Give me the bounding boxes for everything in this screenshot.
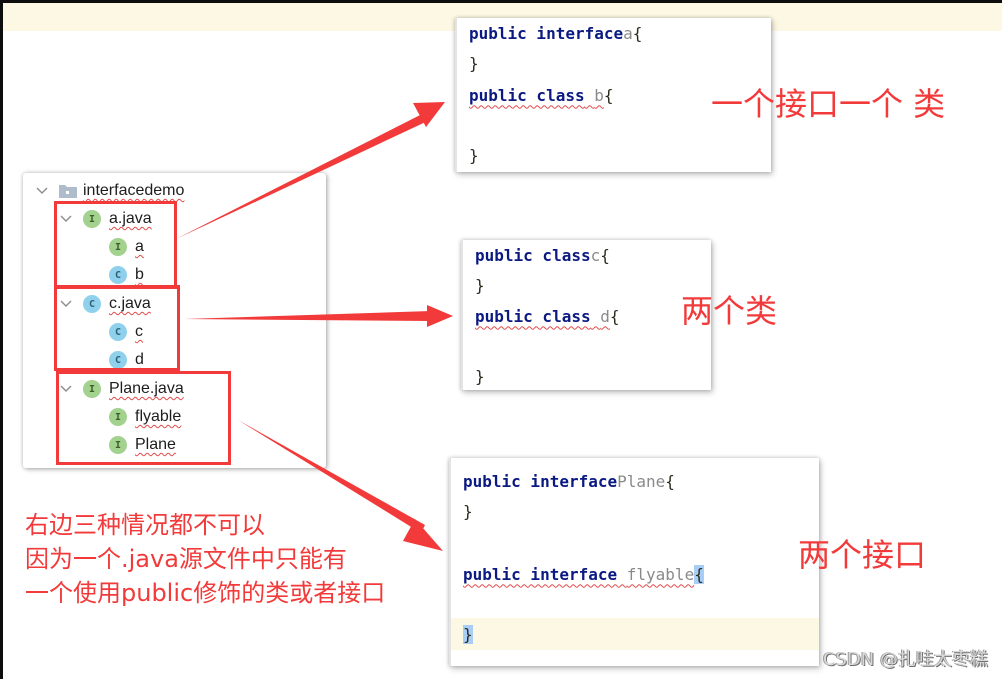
- code-line: public interface Plane {: [463, 471, 675, 491]
- csdn-watermark: CSDN @扎哇太枣糕: [822, 649, 988, 670]
- caption-two-classes: 两个类: [681, 292, 778, 330]
- code-line: }: [475, 275, 485, 295]
- tree-label: interfacedemo: [83, 182, 185, 199]
- code-line: }: [463, 501, 473, 521]
- note-line: 右边三种情况都不可以: [25, 511, 265, 539]
- matched-brace: {: [694, 564, 704, 584]
- code-line: }: [469, 145, 479, 165]
- caption-one-interface-one-class: 一个接口一个 类: [711, 85, 946, 123]
- caption-two-interfaces: 两个接口: [798, 536, 927, 574]
- code-panel-c-java: public class c { } public class d { }: [461, 240, 711, 390]
- tree-root-interfacedemo[interactable]: interfacedemo: [35, 179, 184, 203]
- highlight-box-a-java: [54, 201, 177, 289]
- annotated-screenshot: interfacedemo I a.java I a C b C c.java: [3, 3, 1002, 679]
- code-line: public interface a {: [469, 23, 643, 43]
- code-line-error: public interface flyable {: [463, 564, 704, 584]
- code-line: }: [469, 53, 479, 73]
- folder-icon: [59, 185, 77, 198]
- chevron-down-icon[interactable]: [35, 184, 49, 198]
- highlight-box-plane-java: [56, 371, 231, 465]
- note-line: 一个使用public修饰的类或者接口: [25, 579, 386, 607]
- code-line: public class c {: [475, 245, 610, 265]
- code-line-caret: }: [451, 618, 819, 650]
- code-line: }: [475, 366, 485, 386]
- highlight-box-c-java: [54, 285, 180, 371]
- matched-brace: }: [463, 624, 473, 644]
- explanation-note: 右边三种情况都不可以 因为一个.java源文件中只能有 一个使用public修饰…: [25, 508, 385, 610]
- code-line-error: public class d {: [475, 306, 620, 326]
- note-line: 因为一个.java源文件中只能有: [25, 545, 347, 573]
- code-panel-plane-java: public interface Plane { } public interf…: [449, 458, 819, 666]
